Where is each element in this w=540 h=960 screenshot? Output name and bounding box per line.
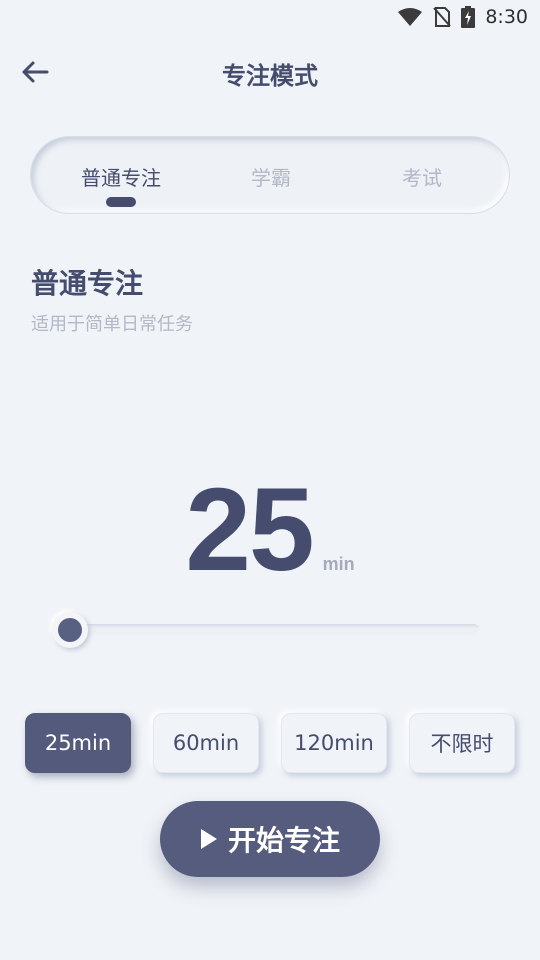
timer-display: 25 min xyxy=(0,462,540,598)
duration-slider-track[interactable] xyxy=(58,624,480,636)
no-sim-icon xyxy=(433,7,452,27)
tab-top-student[interactable]: 学霸 xyxy=(191,137,351,215)
mode-tab-bar: 普通专注 学霸 考试 xyxy=(30,136,510,214)
start-focus-label: 开始专注 xyxy=(227,824,340,857)
duration-presets: 25min 60min 120min 不限时 xyxy=(25,713,515,773)
preset-unlimited-button[interactable]: 不限时 xyxy=(409,713,515,773)
tab-exam[interactable]: 考试 xyxy=(342,137,502,215)
preset-25min-button[interactable]: 25min xyxy=(25,713,131,773)
wifi-icon xyxy=(398,8,423,26)
page-title: 专注模式 xyxy=(222,62,318,90)
tab-label: 普通专注 xyxy=(81,165,161,190)
status-bar: 8:30 xyxy=(0,0,540,36)
status-time: 8:30 xyxy=(485,6,528,28)
battery-charging-icon xyxy=(461,6,476,28)
duration-slider-thumb[interactable] xyxy=(52,612,88,648)
active-tab-indicator xyxy=(106,197,136,207)
start-focus-button[interactable]: 开始专注 xyxy=(160,801,380,877)
preset-120min-button[interactable]: 120min xyxy=(281,713,387,773)
mode-title: 普通专注 xyxy=(31,267,144,300)
slider-thumb-knob xyxy=(58,618,82,642)
tab-normal-focus[interactable]: 普通专注 xyxy=(41,137,201,215)
tab-label: 学霸 xyxy=(251,165,291,190)
preset-60min-button[interactable]: 60min xyxy=(153,713,259,773)
mode-description: 适用于简单日常任务 xyxy=(31,314,193,335)
play-icon xyxy=(200,829,217,849)
timer-unit: min xyxy=(322,554,355,574)
tab-label: 考试 xyxy=(402,165,442,190)
timer-value: 25 xyxy=(185,464,314,596)
top-app-bar: 专注模式 xyxy=(0,48,540,96)
status-icons: 8:30 xyxy=(397,6,528,28)
